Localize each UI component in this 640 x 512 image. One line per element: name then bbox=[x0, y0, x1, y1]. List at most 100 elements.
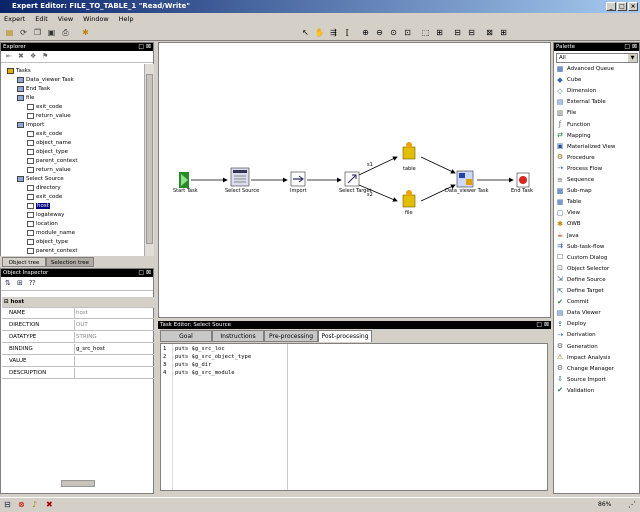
align-icon[interactable]: ⬚ bbox=[420, 27, 431, 38]
tree-node[interactable]: module_name bbox=[27, 229, 75, 237]
property-value[interactable] bbox=[74, 356, 154, 366]
node-data-viewer[interactable] bbox=[456, 170, 474, 188]
zoom-in-icon[interactable]: ⊕ bbox=[360, 27, 371, 38]
palette-item[interactable]: ✱ OWB bbox=[556, 219, 580, 229]
collapse-icon[interactable]: ⊟ bbox=[4, 299, 9, 305]
open-icon[interactable]: ▤ bbox=[4, 27, 15, 38]
menu-edit[interactable]: Edit bbox=[31, 13, 52, 25]
palette-item[interactable]: ▦ Advanced Queue bbox=[556, 64, 614, 74]
palette-item[interactable]: ⇩ Source Import bbox=[556, 375, 606, 385]
palette-filter-select[interactable]: All ▼ bbox=[556, 53, 638, 63]
refresh-icon[interactable]: ⟳ bbox=[18, 27, 29, 38]
tree-node[interactable]: exit_code bbox=[27, 193, 62, 201]
palette-item[interactable]: ⇢ Derivation bbox=[556, 330, 596, 340]
save-icon[interactable]: ▣ bbox=[46, 27, 57, 38]
node-file[interactable] bbox=[402, 190, 416, 208]
inspector-scroll-thumb[interactable] bbox=[61, 480, 95, 487]
menu-view[interactable]: View bbox=[54, 13, 77, 25]
bracket-icon[interactable]: ⟦ bbox=[342, 27, 353, 38]
select-tool-icon[interactable]: ↖ bbox=[300, 27, 311, 38]
node-table[interactable] bbox=[402, 142, 416, 160]
palette-item[interactable]: ⊡ Object Selector bbox=[556, 264, 609, 274]
tree-node[interactable]: Data_viewer Task bbox=[17, 76, 74, 84]
tree-node[interactable]: logateway bbox=[27, 211, 64, 219]
explorer-scrollbar[interactable] bbox=[144, 64, 154, 257]
task-editor-controls-icon[interactable]: □ ⊠ bbox=[536, 321, 549, 329]
copy-icon[interactable]: ❐ bbox=[32, 27, 43, 38]
tree-node[interactable]: directory bbox=[27, 184, 61, 192]
palette-item[interactable]: ▩ Sub-map bbox=[556, 186, 592, 196]
tab-instructions[interactable]: Instructions bbox=[212, 330, 264, 342]
grid-left-icon[interactable]: ⊟ bbox=[452, 27, 463, 38]
palette-item[interactable]: ▦ Table bbox=[556, 197, 582, 207]
property-row[interactable]: DIRECTION OUT bbox=[2, 320, 154, 331]
palette-item[interactable]: ⇉ Sub-task-flow bbox=[556, 242, 604, 252]
error-icon[interactable]: ✖ bbox=[46, 500, 53, 509]
tree-node[interactable]: host bbox=[27, 202, 50, 210]
tab-goal[interactable]: Goal bbox=[160, 330, 212, 342]
layout-icon[interactable]: ⊞ bbox=[434, 27, 445, 38]
arrange-icon[interactable]: ⊠ bbox=[484, 27, 495, 38]
sort-icon[interactable]: ⇅ bbox=[5, 279, 11, 287]
panel-controls-icon[interactable]: □ ⊠ bbox=[138, 43, 151, 51]
minimize-button[interactable]: _ bbox=[606, 2, 616, 11]
tab-post-processing[interactable]: Post-processing bbox=[318, 330, 372, 342]
tree-node[interactable]: file bbox=[17, 94, 34, 102]
tree-node[interactable]: exit_code bbox=[27, 130, 62, 138]
print-icon[interactable]: ⎙ bbox=[60, 27, 71, 38]
process-flow-canvas[interactable]: Start Task Select Source Import Select T… bbox=[158, 42, 551, 318]
node-select-source[interactable] bbox=[230, 167, 250, 187]
tab-pre-processing[interactable]: Pre-processing bbox=[264, 330, 318, 342]
tree-node[interactable]: parent_context bbox=[27, 247, 78, 255]
palette-item[interactable]: ▤ Data Viewer bbox=[556, 308, 601, 318]
palette-item[interactable]: ☕ Java bbox=[556, 231, 579, 241]
menu-window[interactable]: Window bbox=[79, 13, 113, 25]
maximize-button[interactable]: □ bbox=[617, 2, 627, 11]
zoom-fit-icon[interactable]: ⊙ bbox=[388, 27, 399, 38]
tree-node[interactable]: Select Source bbox=[17, 175, 64, 183]
grid-right-icon[interactable]: ⊟ bbox=[466, 27, 477, 38]
palette-item[interactable]: ⚙ Change Manager bbox=[556, 364, 614, 374]
help-icon[interactable]: ⁇ bbox=[29, 279, 35, 287]
palette-controls-icon[interactable]: □ ⊠ bbox=[624, 43, 637, 51]
node-import[interactable] bbox=[290, 171, 306, 187]
tab-selection-tree[interactable]: Selection tree bbox=[46, 257, 94, 267]
property-value[interactable]: g_src_host bbox=[74, 344, 154, 354]
palette-item[interactable]: ✔ Commit bbox=[556, 297, 589, 307]
property-row[interactable]: DESCRIPTION bbox=[2, 368, 154, 379]
palette-item[interactable]: ◆ Cube bbox=[556, 75, 581, 85]
property-value[interactable] bbox=[74, 368, 154, 378]
palette-item[interactable]: ⇲ Define Source bbox=[556, 275, 606, 285]
palette-item[interactable]: ☐ Custom Dialog bbox=[556, 253, 607, 263]
chevron-down-icon[interactable]: ▼ bbox=[628, 54, 637, 62]
property-value[interactable]: OUT bbox=[74, 320, 154, 330]
zoom-out-icon[interactable]: ⊖ bbox=[374, 27, 385, 38]
palette-item[interactable]: ⇪ Deploy bbox=[556, 319, 586, 329]
tree-node[interactable]: location bbox=[27, 220, 58, 228]
stop-icon[interactable]: ⊗ bbox=[18, 500, 25, 509]
property-value[interactable]: STRING bbox=[74, 332, 154, 342]
zoom-box-icon[interactable]: ⊡ bbox=[402, 27, 413, 38]
property-row[interactable]: NAME host bbox=[2, 308, 154, 319]
palette-item[interactable]: ▥ File bbox=[556, 108, 577, 118]
hand-tool-icon[interactable]: ✋ bbox=[314, 27, 325, 38]
properties-icon[interactable]: ❖ bbox=[30, 52, 36, 60]
menu-expert[interactable]: Expert bbox=[0, 13, 29, 25]
property-value[interactable]: host bbox=[74, 308, 154, 318]
tree-node[interactable]: return_value bbox=[27, 112, 71, 120]
tree-node[interactable]: parent_context bbox=[27, 157, 78, 165]
category-icon[interactable]: ⊞ bbox=[17, 279, 23, 287]
palette-item[interactable]: ≡ Sequence bbox=[556, 175, 594, 185]
tree-node[interactable]: object_type bbox=[27, 238, 68, 246]
tree-node[interactable]: return_value bbox=[27, 166, 71, 174]
tree-node[interactable]: object_name bbox=[27, 139, 71, 147]
tree-node[interactable]: End Task bbox=[17, 85, 50, 93]
property-row[interactable]: VALUE bbox=[2, 356, 154, 367]
palette-item[interactable]: ✔ Validation bbox=[556, 386, 594, 396]
palette-item[interactable]: ◇ Dimension bbox=[556, 86, 596, 96]
back-icon[interactable]: ⇤ bbox=[6, 52, 12, 60]
palette-item[interactable]: ⇱ Define Target bbox=[556, 286, 604, 296]
db-icon[interactable]: ⊟ bbox=[4, 500, 11, 509]
palette-item[interactable]: ▤ External Table bbox=[556, 97, 606, 107]
palette-item[interactable]: ⚙ Generation bbox=[556, 342, 598, 352]
